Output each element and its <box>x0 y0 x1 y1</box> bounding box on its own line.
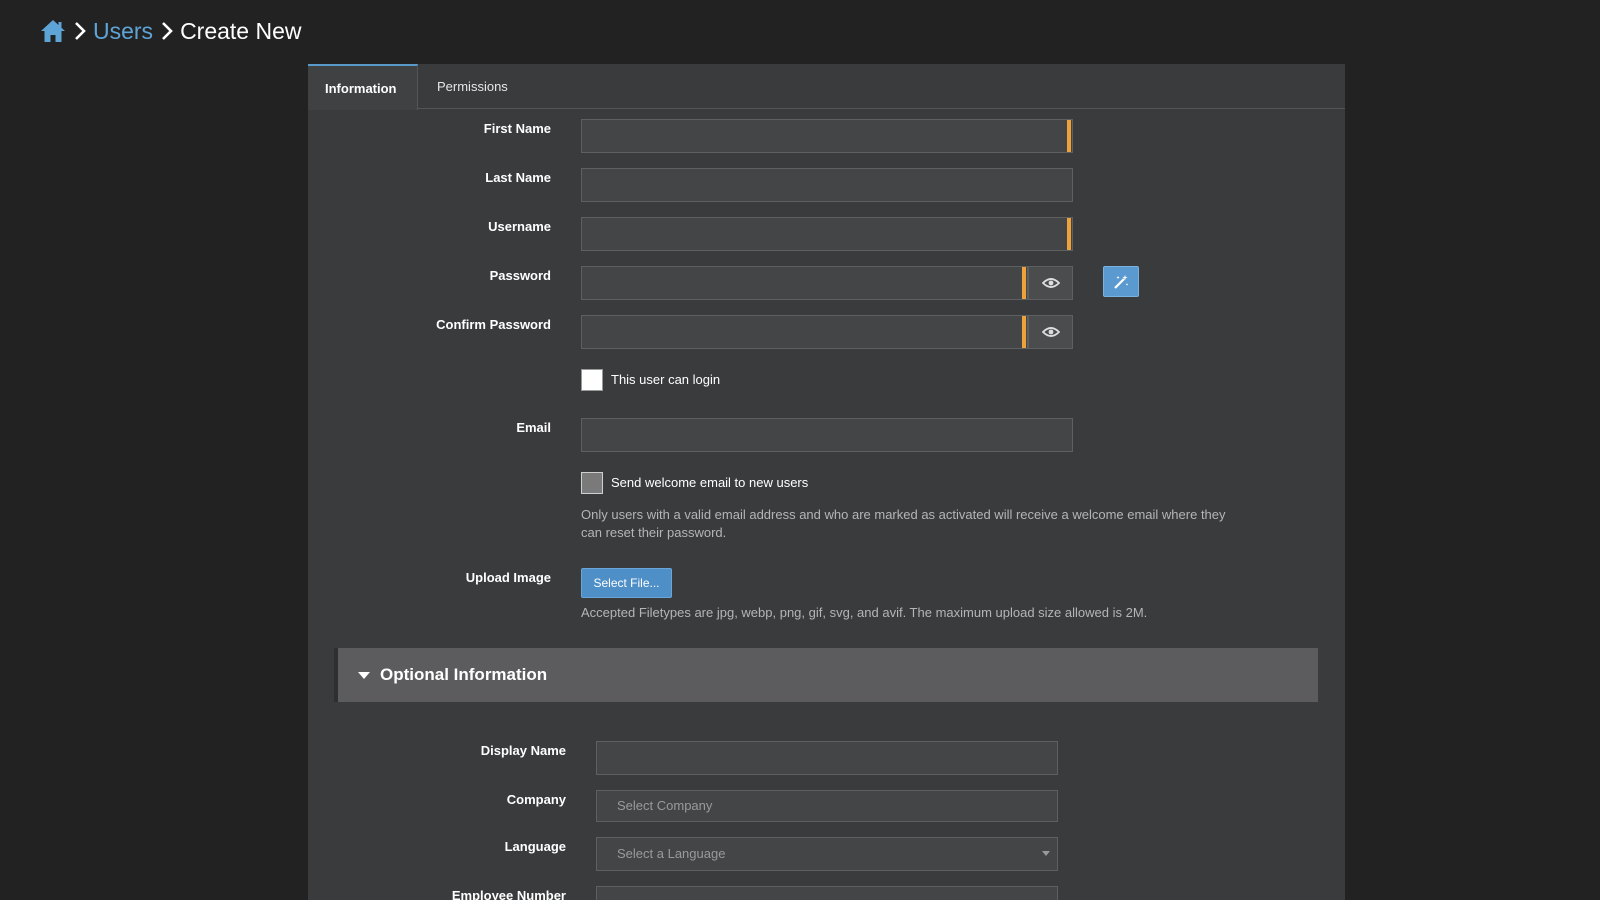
confirm-password-label: Confirm Password <box>436 317 551 332</box>
required-indicator <box>1067 120 1071 152</box>
welcome-email-help: Only users with a valid email address an… <box>581 507 1226 540</box>
confirm-password-input[interactable] <box>581 315 1028 349</box>
tab-bar: Information Permissions <box>308 64 1345 110</box>
eye-icon <box>1041 278 1060 288</box>
breadcrumb: Users Create New <box>40 14 302 48</box>
username-input[interactable] <box>581 217 1073 251</box>
show-confirm-password-button[interactable] <box>1028 315 1073 349</box>
email-label: Email <box>516 420 551 435</box>
password-label: Password <box>489 268 551 283</box>
required-indicator <box>1067 218 1071 250</box>
breadcrumb-users-link[interactable]: Users <box>93 18 153 45</box>
magic-wand-icon <box>1114 274 1129 289</box>
eye-icon <box>1041 327 1060 337</box>
language-placeholder: Select a Language <box>617 846 726 861</box>
user-form-panel: Information Permissions First Name Last … <box>308 64 1345 900</box>
required-indicator <box>1022 316 1026 348</box>
last-name-input[interactable] <box>581 168 1073 202</box>
email-input[interactable] <box>581 418 1073 452</box>
password-input[interactable] <box>581 266 1028 300</box>
tab-permissions[interactable]: Permissions <box>419 64 529 109</box>
required-indicator <box>1022 267 1026 299</box>
tab-information[interactable]: Information <box>308 64 418 110</box>
generate-password-button[interactable] <box>1103 266 1139 297</box>
first-name-input[interactable] <box>581 119 1073 153</box>
username-label: Username <box>488 219 551 234</box>
language-select[interactable]: Select a Language <box>596 837 1058 871</box>
company-label: Company <box>506 792 566 807</box>
show-password-button[interactable] <box>1028 266 1073 300</box>
company-placeholder: Select Company <box>617 798 713 813</box>
employee-number-input[interactable] <box>596 886 1058 900</box>
select-file-button[interactable]: Select File... <box>581 568 672 598</box>
breadcrumb-current: Create New <box>180 17 302 44</box>
company-select[interactable]: Select Company <box>596 790 1058 822</box>
language-label: Language <box>504 839 566 854</box>
employee-number-label: Employee Number <box>451 888 566 900</box>
display-name-label: Display Name <box>480 743 566 758</box>
chevron-right-icon <box>160 22 174 40</box>
last-name-label: Last Name <box>485 170 551 185</box>
can-login-label: This user can login <box>611 372 721 387</box>
can-login-checkbox[interactable] <box>581 369 603 391</box>
dropdown-arrow-icon <box>1042 851 1050 856</box>
welcome-email-checkbox[interactable] <box>581 472 603 494</box>
chevron-right-icon <box>73 22 87 40</box>
welcome-email-label: Send welcome email to new users <box>611 475 809 490</box>
caret-down-icon <box>358 671 370 679</box>
upload-image-help: Accepted Filetypes are jpg, webp, png, g… <box>581 605 1148 620</box>
upload-image-label: Upload Image <box>465 570 551 585</box>
optional-information-title: Optional Information <box>380 665 548 684</box>
optional-information-toggle[interactable]: Optional Information <box>334 648 1318 702</box>
first-name-label: First Name <box>483 121 551 136</box>
display-name-input[interactable] <box>596 741 1058 775</box>
home-icon[interactable] <box>40 18 66 44</box>
